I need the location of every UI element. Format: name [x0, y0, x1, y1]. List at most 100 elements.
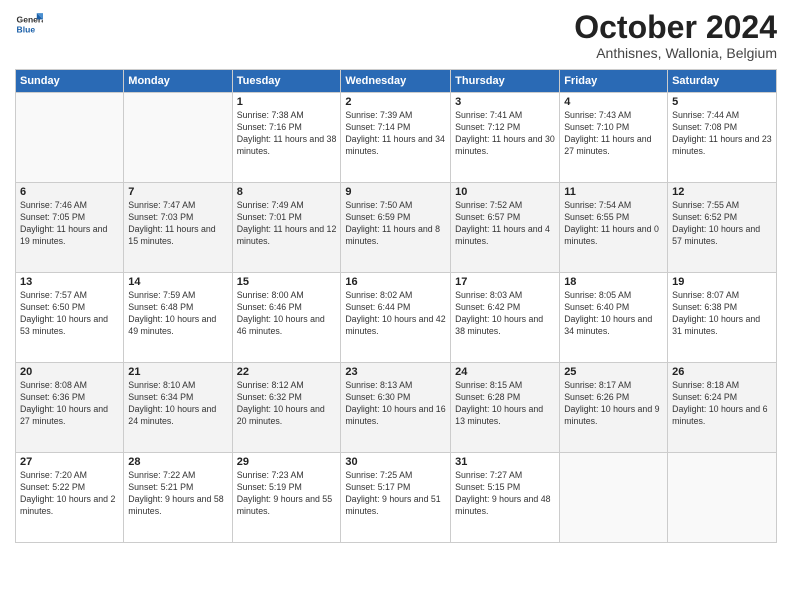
day-number: 23: [345, 366, 446, 378]
month-title: October 2024: [574, 10, 777, 45]
day-info: Sunrise: 8:17 AMSunset: 6:26 PMDaylight:…: [564, 380, 663, 428]
day-number: 12: [672, 186, 772, 198]
day-info: Sunrise: 8:07 AMSunset: 6:38 PMDaylight:…: [672, 290, 772, 338]
day-info: Sunrise: 7:59 AMSunset: 6:48 PMDaylight:…: [128, 290, 227, 338]
day-info: Sunrise: 7:27 AMSunset: 5:15 PMDaylight:…: [455, 470, 555, 518]
title-block: October 2024 Anthisnes, Wallonia, Belgiu…: [574, 10, 777, 61]
day-info: Sunrise: 8:13 AMSunset: 6:30 PMDaylight:…: [345, 380, 446, 428]
day-info: Sunrise: 7:22 AMSunset: 5:21 PMDaylight:…: [128, 470, 227, 518]
day-number: 25: [564, 366, 663, 378]
location: Anthisnes, Wallonia, Belgium: [574, 45, 777, 61]
logo: General Blue: [15, 10, 43, 38]
day-number: 10: [455, 186, 555, 198]
day-info: Sunrise: 8:05 AMSunset: 6:40 PMDaylight:…: [564, 290, 663, 338]
day-number: 19: [672, 276, 772, 288]
day-info: Sunrise: 8:03 AMSunset: 6:42 PMDaylight:…: [455, 290, 555, 338]
day-info: Sunrise: 7:52 AMSunset: 6:57 PMDaylight:…: [455, 200, 555, 248]
day-number: 26: [672, 366, 772, 378]
day-number: 21: [128, 366, 227, 378]
day-number: 14: [128, 276, 227, 288]
calendar-cell: 24 Sunrise: 8:15 AMSunset: 6:28 PMDayligh…: [451, 363, 560, 453]
calendar-cell: 20Sunrise: 8:08 AMSunset: 6:36 PMDayligh…: [16, 363, 124, 453]
day-info: Sunrise: 8:00 AMSunset: 6:46 PMDaylight:…: [237, 290, 337, 338]
day-of-week-thursday: Thursday: [451, 70, 560, 93]
calendar-week-row: 20Sunrise: 8:08 AMSunset: 6:36 PMDayligh…: [16, 363, 777, 453]
day-info: Sunrise: 8:10 AMSunset: 6:34 PMDaylight:…: [128, 380, 227, 428]
calendar-cell: 23 Sunrise: 8:13 AMSunset: 6:30 PMDayligh…: [341, 363, 451, 453]
calendar-cell: 31 Sunrise: 7:27 AMSunset: 5:15 PMDayligh…: [451, 453, 560, 543]
day-of-week-saturday: Saturday: [668, 70, 777, 93]
calendar-week-row: 13Sunrise: 7:57 AMSunset: 6:50 PMDayligh…: [16, 273, 777, 363]
day-number: 1: [237, 96, 337, 108]
calendar-cell: 27Sunrise: 7:20 AMSunset: 5:22 PMDayligh…: [16, 453, 124, 543]
day-info: Sunrise: 7:23 AMSunset: 5:19 PMDaylight:…: [237, 470, 337, 518]
day-number: 6: [20, 186, 119, 198]
day-info: Sunrise: 7:54 AMSunset: 6:55 PMDaylight:…: [564, 200, 663, 248]
calendar-cell: [560, 453, 668, 543]
day-info: Sunrise: 7:43 AMSunset: 7:10 PMDaylight:…: [564, 110, 663, 158]
day-info: Sunrise: 7:47 AMSunset: 7:03 PMDaylight:…: [128, 200, 227, 248]
day-number: 13: [20, 276, 119, 288]
day-info: Sunrise: 7:25 AMSunset: 5:17 PMDaylight:…: [345, 470, 446, 518]
day-number: 15: [237, 276, 337, 288]
calendar-cell: 3Sunrise: 7:41 AMSunset: 7:12 PMDaylight…: [451, 93, 560, 183]
calendar-cell: 19 Sunrise: 8:07 AMSunset: 6:38 PMDayligh…: [668, 273, 777, 363]
day-info: Sunrise: 7:55 AMSunset: 6:52 PMDaylight:…: [672, 200, 772, 248]
calendar-week-row: 6 Sunrise: 7:46 AMSunset: 7:05 PMDaylight…: [16, 183, 777, 273]
day-info: Sunrise: 7:50 AMSunset: 6:59 PMDaylight:…: [345, 200, 446, 248]
calendar-header-row: SundayMondayTuesdayWednesdayThursdayFrid…: [16, 70, 777, 93]
calendar-cell: 7 Sunrise: 7:47 AMSunset: 7:03 PMDaylight…: [124, 183, 232, 273]
calendar-week-row: 27Sunrise: 7:20 AMSunset: 5:22 PMDayligh…: [16, 453, 777, 543]
svg-text:Blue: Blue: [17, 25, 36, 35]
day-number: 9: [345, 186, 446, 198]
calendar-cell: 25 Sunrise: 8:17 AMSunset: 6:26 PMDayligh…: [560, 363, 668, 453]
day-number: 28: [128, 456, 227, 468]
calendar-cell: 18 Sunrise: 8:05 AMSunset: 6:40 PMDayligh…: [560, 273, 668, 363]
calendar-table: SundayMondayTuesdayWednesdayThursdayFrid…: [15, 69, 777, 543]
calendar-week-row: 1 Sunrise: 7:38 AMSunset: 7:16 PMDaylight…: [16, 93, 777, 183]
calendar-cell: 8 Sunrise: 7:49 AMSunset: 7:01 PMDaylight…: [232, 183, 341, 273]
day-info: Sunrise: 7:46 AMSunset: 7:05 PMDaylight:…: [20, 200, 119, 248]
day-info: Sunrise: 8:15 AMSunset: 6:28 PMDaylight:…: [455, 380, 555, 428]
calendar-cell: 1 Sunrise: 7:38 AMSunset: 7:16 PMDaylight…: [232, 93, 341, 183]
day-number: 8: [237, 186, 337, 198]
day-number: 24: [455, 366, 555, 378]
calendar-cell: 14 Sunrise: 7:59 AMSunset: 6:48 PMDayligh…: [124, 273, 232, 363]
calendar-cell: 6 Sunrise: 7:46 AMSunset: 7:05 PMDaylight…: [16, 183, 124, 273]
day-info: Sunrise: 7:41 AMSunset: 7:12 PMDaylight:…: [455, 110, 555, 158]
day-number: 2: [345, 96, 446, 108]
calendar-cell: [124, 93, 232, 183]
calendar-cell: 5 Sunrise: 7:44 AMSunset: 7:08 PMDaylight…: [668, 93, 777, 183]
calendar-cell: 12 Sunrise: 7:55 AMSunset: 6:52 PMDayligh…: [668, 183, 777, 273]
calendar-cell: 29Sunrise: 7:23 AMSunset: 5:19 PMDayligh…: [232, 453, 341, 543]
calendar-cell: 30 Sunrise: 7:25 AMSunset: 5:17 PMDayligh…: [341, 453, 451, 543]
day-number: 22: [237, 366, 337, 378]
calendar-cell: 17 Sunrise: 8:03 AMSunset: 6:42 PMDayligh…: [451, 273, 560, 363]
calendar-cell: [16, 93, 124, 183]
day-of-week-sunday: Sunday: [16, 70, 124, 93]
calendar-cell: 13Sunrise: 7:57 AMSunset: 6:50 PMDayligh…: [16, 273, 124, 363]
day-info: Sunrise: 7:20 AMSunset: 5:22 PMDaylight:…: [20, 470, 119, 518]
day-of-week-friday: Friday: [560, 70, 668, 93]
day-number: 30: [345, 456, 446, 468]
day-info: Sunrise: 7:49 AMSunset: 7:01 PMDaylight:…: [237, 200, 337, 248]
day-info: Sunrise: 7:38 AMSunset: 7:16 PMDaylight:…: [237, 110, 337, 158]
day-number: 5: [672, 96, 772, 108]
calendar-cell: 4 Sunrise: 7:43 AMSunset: 7:10 PMDaylight…: [560, 93, 668, 183]
page: General Blue October 2024 Anthisnes, Wal…: [0, 0, 792, 612]
header: General Blue October 2024 Anthisnes, Wal…: [15, 10, 777, 61]
day-info: Sunrise: 8:02 AMSunset: 6:44 PMDaylight:…: [345, 290, 446, 338]
day-number: 31: [455, 456, 555, 468]
day-of-week-monday: Monday: [124, 70, 232, 93]
day-number: 4: [564, 96, 663, 108]
calendar-cell: 11 Sunrise: 7:54 AMSunset: 6:55 PMDayligh…: [560, 183, 668, 273]
day-number: 7: [128, 186, 227, 198]
day-of-week-wednesday: Wednesday: [341, 70, 451, 93]
day-number: 18: [564, 276, 663, 288]
calendar-cell: 10 Sunrise: 7:52 AMSunset: 6:57 PMDayligh…: [451, 183, 560, 273]
day-info: Sunrise: 7:39 AMSunset: 7:14 PMDaylight:…: [345, 110, 446, 158]
day-info: Sunrise: 7:44 AMSunset: 7:08 PMDaylight:…: [672, 110, 772, 158]
calendar-cell: 28 Sunrise: 7:22 AMSunset: 5:21 PMDayligh…: [124, 453, 232, 543]
day-number: 17: [455, 276, 555, 288]
day-number: 11: [564, 186, 663, 198]
